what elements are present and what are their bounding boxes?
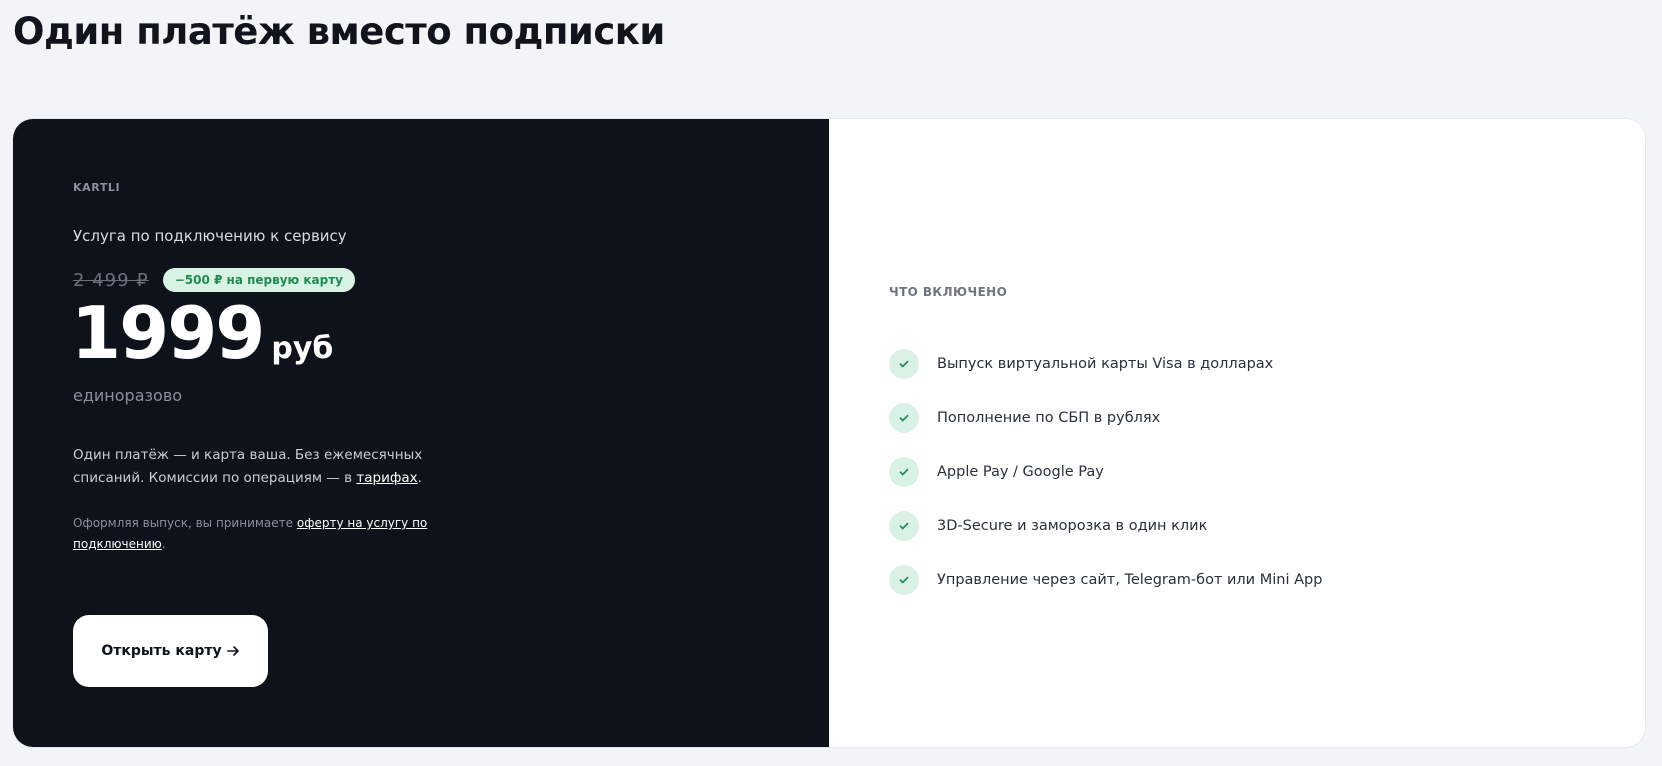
- offer-suffix: .: [161, 537, 166, 551]
- offer-text: Оформляя выпуск, вы принимаете оферту на…: [73, 513, 433, 555]
- feature-label: Выпуск виртуальной карты Visa в долларах: [937, 356, 1274, 372]
- brand-label: KARTLI: [73, 181, 121, 194]
- included-panel: ЧТО ВКЛЮЧЕНО Выпуск виртуальной карты Vi…: [829, 119, 1645, 747]
- arrow-right-icon: [226, 644, 240, 658]
- old-price: 2 499 ₽: [73, 269, 149, 291]
- page-title: Один платёж вместо подписки: [13, 10, 665, 53]
- price-currency: руб: [271, 331, 334, 366]
- feature-item: Выпуск виртуальной карты Visa в долларах: [889, 337, 1322, 391]
- description-suffix: .: [417, 470, 422, 486]
- feature-label: Управление через сайт, Telegram-бот или …: [937, 572, 1323, 588]
- price-row: 1999 руб: [71, 297, 333, 369]
- old-price-row: 2 499 ₽ −500 ₽ на первую карту: [73, 268, 355, 292]
- feature-label: Пополнение по СБП в рублях: [937, 410, 1161, 426]
- feature-label: 3D-Secure и заморозка в один клик: [937, 518, 1208, 534]
- feature-item: Управление через сайт, Telegram-бот или …: [889, 553, 1322, 607]
- feature-item: 3D-Secure и заморозка в один клик: [889, 499, 1322, 553]
- price-value: 1999: [71, 291, 265, 375]
- check-icon: [889, 511, 919, 541]
- check-icon: [889, 403, 919, 433]
- check-icon: [889, 457, 919, 487]
- service-name: Услуга по подключению к сервису: [73, 227, 347, 245]
- description-text: Один платёж — и карта ваша. Без ежемесяч…: [73, 444, 433, 490]
- pricing-card: KARTLI Услуга по подключению к сервису 2…: [13, 119, 1645, 747]
- included-title: ЧТО ВКЛЮЧЕНО: [889, 285, 1008, 299]
- discount-badge: −500 ₽ на первую карту: [162, 268, 355, 292]
- tariffs-link[interactable]: тарифах: [356, 470, 417, 486]
- feature-item: Apple Pay / Google Pay: [889, 445, 1322, 499]
- open-card-button[interactable]: Открыть карту: [73, 615, 268, 687]
- feature-item: Пополнение по СБП в рублях: [889, 391, 1322, 445]
- feature-label: Apple Pay / Google Pay: [937, 464, 1104, 480]
- open-card-button-label: Открыть карту: [101, 643, 222, 659]
- feature-list: Выпуск виртуальной карты Visa в долларах…: [889, 337, 1322, 607]
- offer-prefix: Оформляя выпуск, вы принимаете: [73, 516, 297, 530]
- price-period: единоразово: [73, 386, 183, 405]
- check-icon: [889, 349, 919, 379]
- check-icon: [889, 565, 919, 595]
- price-panel: KARTLI Услуга по подключению к сервису 2…: [13, 119, 829, 747]
